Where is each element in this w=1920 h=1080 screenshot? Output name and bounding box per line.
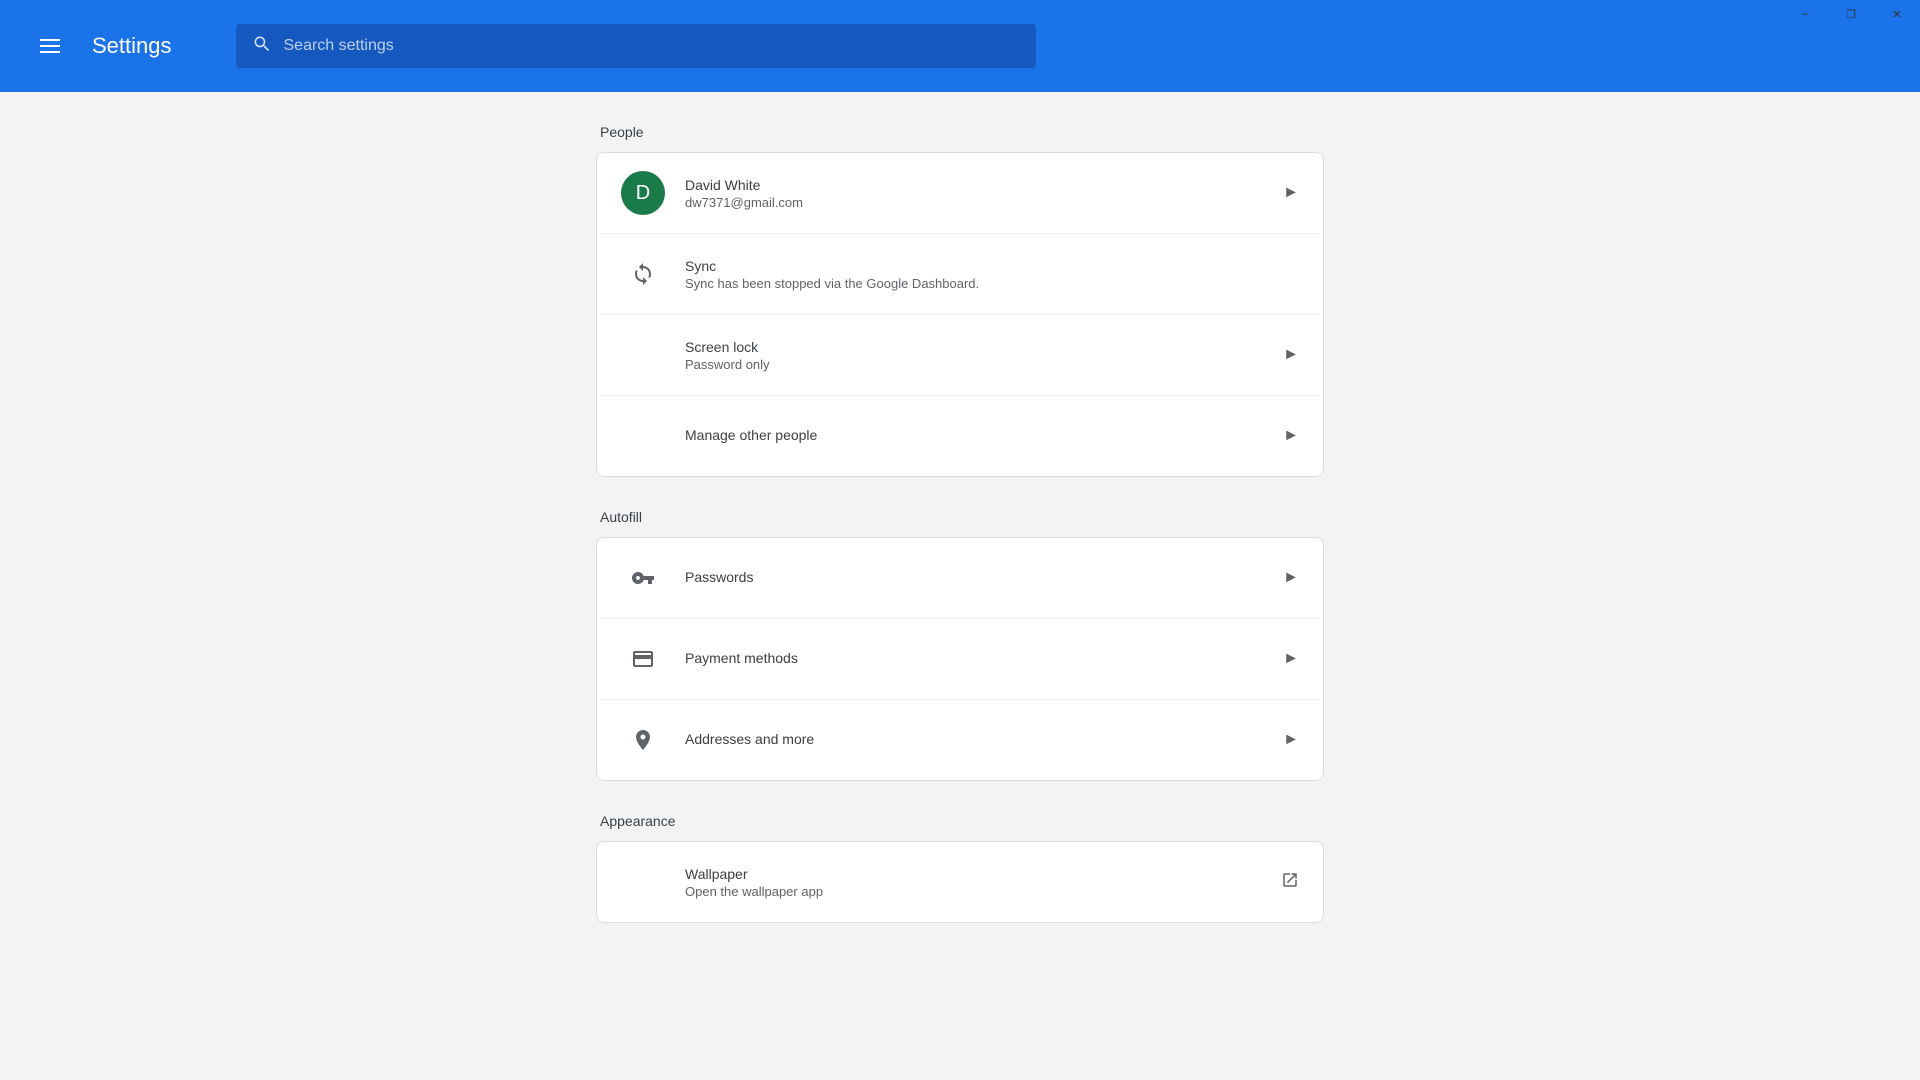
wallpaper-content: Wallpaper Open the wallpaper app [685, 866, 1265, 899]
autofill-section-title: Autofill [596, 509, 1324, 525]
passwords-row[interactable]: Passwords ► [597, 538, 1323, 619]
maximize-button[interactable]: ❐ [1828, 0, 1874, 28]
sync-content: Sync Sync has been stopped via the Googl… [685, 258, 1299, 291]
sync-subtitle: Sync has been stopped via the Google Das… [685, 276, 1299, 291]
manage-other-people-content: Manage other people [685, 427, 1267, 445]
chevron-icon: ► [1283, 184, 1299, 202]
manage-people-icon-placeholder [621, 414, 665, 458]
screen-lock-content: Screen lock Password only [685, 339, 1267, 372]
account-content: David White dw7371@gmail.com [685, 177, 1267, 210]
main-content: People D David White dw7371@gmail.com ► … [0, 92, 1920, 1080]
autofill-card: Passwords ► Payment methods ► [596, 537, 1324, 781]
payment-methods-row[interactable]: Payment methods ► [597, 619, 1323, 700]
account-email: dw7371@gmail.com [685, 195, 1267, 210]
close-button[interactable]: ✕ [1874, 0, 1920, 28]
avatar: D [621, 171, 665, 215]
chevron-icon: ► [1283, 569, 1299, 587]
account-name: David White [685, 177, 1267, 193]
card-icon [621, 637, 665, 681]
chevron-icon: ► [1283, 346, 1299, 364]
passwords-title: Passwords [685, 569, 1267, 585]
payment-methods-title: Payment methods [685, 650, 1267, 666]
search-icon [252, 34, 272, 59]
chevron-icon: ► [1283, 731, 1299, 749]
payment-methods-content: Payment methods [685, 650, 1267, 668]
search-bar [236, 24, 1036, 68]
search-input[interactable] [284, 37, 1020, 55]
wallpaper-title: Wallpaper [685, 866, 1265, 882]
appearance-card: Wallpaper Open the wallpaper app [596, 841, 1324, 923]
appearance-section-title: Appearance [596, 813, 1324, 829]
key-icon [621, 556, 665, 600]
screen-lock-subtitle: Password only [685, 357, 1267, 372]
wallpaper-icon-placeholder [621, 860, 665, 904]
chevron-icon: ► [1283, 650, 1299, 668]
wallpaper-subtitle: Open the wallpaper app [685, 884, 1265, 899]
app-title: Settings [92, 33, 172, 59]
manage-other-people-row[interactable]: Manage other people ► [597, 396, 1323, 476]
screen-lock-row[interactable]: Screen lock Password only ► [597, 315, 1323, 396]
minimize-button[interactable]: – [1782, 0, 1828, 28]
wallpaper-row[interactable]: Wallpaper Open the wallpaper app [597, 842, 1323, 922]
people-section-title: People [596, 124, 1324, 140]
addresses-content: Addresses and more [685, 731, 1267, 749]
manage-other-people-title: Manage other people [685, 427, 1267, 443]
external-link-icon [1281, 871, 1299, 894]
app-header: Settings [0, 0, 1920, 92]
pin-icon [621, 718, 665, 762]
passwords-content: Passwords [685, 569, 1267, 587]
screen-lock-icon-placeholder [621, 333, 665, 377]
menu-icon[interactable] [40, 39, 60, 53]
addresses-row[interactable]: Addresses and more ► [597, 700, 1323, 780]
sync-row[interactable]: Sync Sync has been stopped via the Googl… [597, 234, 1323, 315]
sync-title: Sync [685, 258, 1299, 274]
screen-lock-title: Screen lock [685, 339, 1267, 355]
addresses-title: Addresses and more [685, 731, 1267, 747]
sync-icon [621, 252, 665, 296]
titlebar: – ❐ ✕ [1782, 0, 1920, 28]
chevron-icon: ► [1283, 427, 1299, 445]
account-row[interactable]: D David White dw7371@gmail.com ► [597, 153, 1323, 234]
people-card: D David White dw7371@gmail.com ► Sync Sy… [596, 152, 1324, 477]
